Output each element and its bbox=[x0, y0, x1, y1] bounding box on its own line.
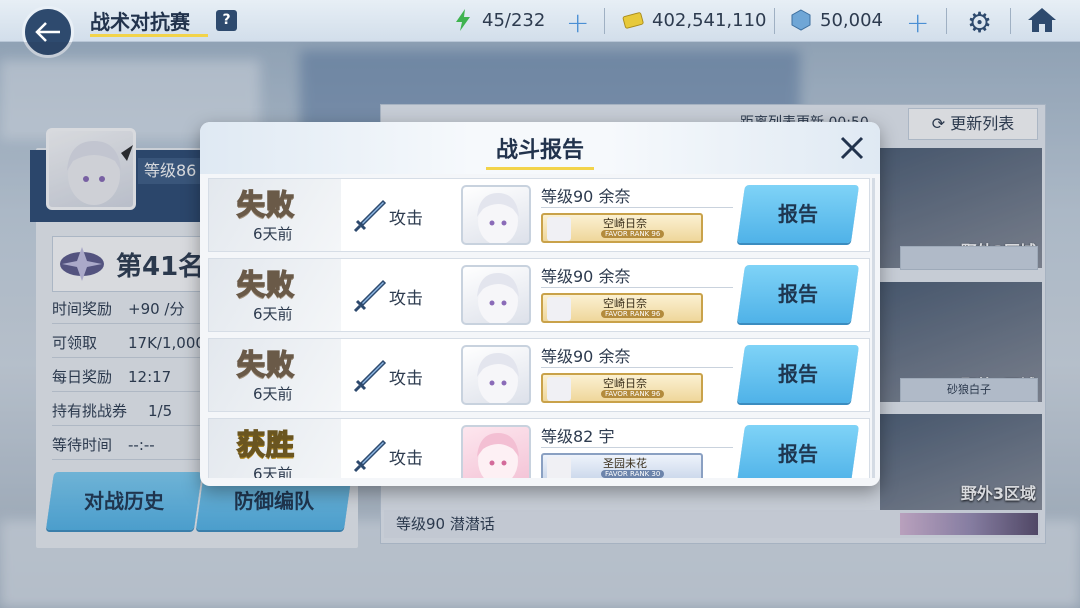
battle-report-modal: 战斗报告 失败 6天前 攻击 等级90 余奈 空崎日奈 FAVOR RANK 9… bbox=[200, 122, 880, 486]
credit-ticket-icon bbox=[622, 12, 644, 29]
report-button[interactable]: 报告 bbox=[736, 185, 860, 243]
favor-student-name: 空崎日奈 bbox=[603, 217, 647, 230]
add-gem-button[interactable]: + bbox=[906, 6, 929, 39]
ap-counter: 45/232 bbox=[452, 8, 545, 32]
report-row: 失败 6天前 攻击 等级90 余奈 空崎日奈 FAVOR RANK 96 报告 bbox=[208, 258, 870, 332]
divider bbox=[541, 367, 733, 368]
ap-value: 45/232 bbox=[482, 9, 546, 31]
opponent-avatar bbox=[461, 425, 531, 478]
favor-portrait bbox=[547, 457, 571, 478]
sword-icon bbox=[353, 199, 387, 233]
favor-portrait bbox=[547, 297, 571, 321]
button-label: 报告 bbox=[778, 282, 818, 306]
button-label: 报告 bbox=[778, 362, 818, 386]
favor-card: 圣园未花 FAVOR RANK 30 bbox=[541, 453, 703, 478]
opponent-name: 等级90 余奈 bbox=[541, 347, 631, 366]
battle-mode: 攻击 bbox=[389, 449, 423, 469]
sword-icon bbox=[353, 439, 387, 473]
opponent-name: 等级90 余奈 bbox=[541, 267, 631, 286]
favor-card: 空崎日奈 FAVOR RANK 96 bbox=[541, 293, 703, 323]
favor-card: 空崎日奈 FAVOR RANK 96 bbox=[541, 213, 703, 243]
title-underline bbox=[486, 167, 594, 170]
gem-counter: 50,004 bbox=[790, 8, 883, 32]
button-label: 报告 bbox=[778, 202, 818, 226]
time-ago: 6天前 bbox=[253, 225, 293, 243]
report-button[interactable]: 报告 bbox=[736, 425, 860, 478]
favor-portrait bbox=[547, 217, 571, 241]
opponent-name: 等级90 余奈 bbox=[541, 187, 631, 206]
ap-bolt-icon bbox=[456, 9, 470, 31]
favor-student-name: 空崎日奈 bbox=[603, 297, 647, 310]
time-ago: 6天前 bbox=[253, 385, 293, 403]
opponent-avatar bbox=[461, 265, 531, 325]
divider bbox=[604, 8, 605, 34]
sword-icon bbox=[353, 279, 387, 313]
divider bbox=[541, 287, 733, 288]
scrollbar[interactable] bbox=[872, 178, 875, 478]
credit-value: 402,541,110 bbox=[652, 9, 767, 31]
report-button[interactable]: 报告 bbox=[736, 265, 860, 323]
favor-student-name: 空崎日奈 bbox=[603, 377, 647, 390]
result-cell: 获胜 6天前 bbox=[209, 419, 341, 478]
sword-icon bbox=[353, 359, 387, 393]
report-row: 失败 6天前 攻击 等级90 余奈 空崎日奈 FAVOR RANK 96 报告 bbox=[208, 178, 870, 252]
character-portrait bbox=[477, 353, 519, 403]
favor-rank-badge: FAVOR RANK 96 bbox=[601, 390, 665, 398]
character-portrait bbox=[477, 433, 519, 478]
divider bbox=[946, 8, 947, 34]
page-title: 战术对抗赛 bbox=[90, 10, 190, 34]
back-arrow-icon bbox=[35, 22, 60, 42]
time-ago: 6天前 bbox=[253, 465, 293, 478]
character-portrait bbox=[477, 273, 519, 323]
favor-card: 空崎日奈 FAVOR RANK 96 bbox=[541, 373, 703, 403]
credit-counter: 402,541,110 bbox=[622, 8, 767, 32]
result-label: 失败 bbox=[236, 347, 296, 382]
add-ap-button[interactable]: + bbox=[566, 6, 589, 39]
divider bbox=[541, 447, 733, 448]
gem-icon bbox=[791, 9, 811, 31]
close-icon[interactable] bbox=[836, 132, 868, 164]
result-label: 失败 bbox=[236, 187, 296, 222]
character-portrait bbox=[477, 193, 519, 243]
gear-icon[interactable]: ⚙ bbox=[967, 6, 992, 39]
favor-rank-badge: FAVOR RANK 96 bbox=[601, 230, 665, 238]
report-row: 获胜 6天前 攻击 等级82 宇 圣园未花 FAVOR RANK 30 报告 bbox=[208, 418, 870, 478]
divider bbox=[774, 8, 775, 34]
time-ago: 6天前 bbox=[253, 305, 293, 323]
modal-title: 战斗报告 bbox=[495, 138, 584, 163]
favor-portrait bbox=[547, 377, 571, 401]
button-label: 报告 bbox=[778, 442, 818, 466]
result-label: 失败 bbox=[236, 267, 296, 302]
battle-mode: 攻击 bbox=[389, 289, 423, 309]
result-cell: 失败 6天前 bbox=[209, 339, 341, 411]
opponent-avatar bbox=[461, 345, 531, 405]
opponent-avatar bbox=[461, 185, 531, 245]
result-cell: 失败 6天前 bbox=[209, 179, 341, 251]
home-icon[interactable] bbox=[1026, 6, 1058, 34]
title-underline bbox=[90, 34, 208, 37]
report-list: 失败 6天前 攻击 等级90 余奈 空崎日奈 FAVOR RANK 96 报告 … bbox=[208, 178, 872, 478]
divider bbox=[1010, 8, 1011, 34]
report-button[interactable]: 报告 bbox=[736, 345, 860, 403]
favor-rank-badge: FAVOR RANK 96 bbox=[601, 310, 665, 318]
battle-mode: 攻击 bbox=[389, 209, 423, 229]
result-label: 获胜 bbox=[236, 427, 296, 462]
opponent-name: 等级82 宇 bbox=[541, 427, 615, 446]
help-icon[interactable]: ? bbox=[216, 10, 237, 31]
favor-rank-badge: FAVOR RANK 30 bbox=[601, 470, 665, 478]
report-row: 失败 6天前 攻击 等级90 余奈 空崎日奈 FAVOR RANK 96 报告 bbox=[208, 338, 870, 412]
gem-value: 50,004 bbox=[820, 9, 883, 31]
favor-student-name: 圣园未花 bbox=[603, 457, 647, 470]
result-cell: 失败 6天前 bbox=[209, 259, 341, 331]
battle-mode: 攻击 bbox=[389, 369, 423, 389]
divider bbox=[541, 207, 733, 208]
